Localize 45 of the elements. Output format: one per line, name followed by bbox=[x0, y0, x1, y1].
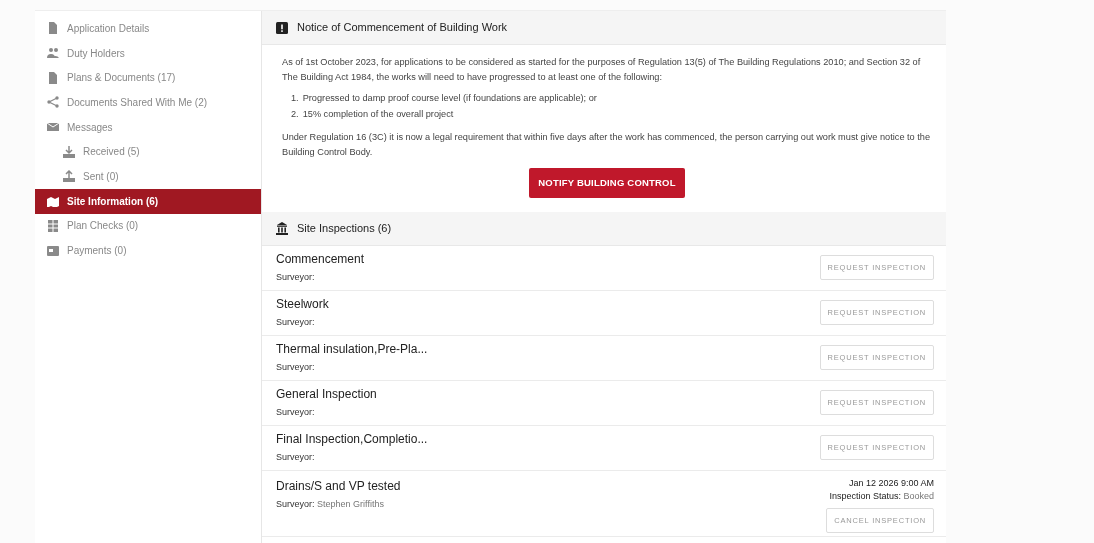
grid-icon bbox=[47, 219, 59, 232]
file-icon bbox=[47, 22, 59, 35]
section-title: Notice of Commencement of Building Work bbox=[297, 20, 508, 36]
sidebar-item[interactable]: Documents Shared With Me (2) bbox=[35, 90, 261, 115]
surveyor-label: Surveyor: bbox=[276, 406, 316, 420]
surveyor-label: Surveyor: bbox=[276, 361, 316, 375]
sidebar-item[interactable]: Received (5) bbox=[35, 139, 261, 165]
inspection-title: Commencement bbox=[276, 251, 365, 269]
building-icon bbox=[276, 221, 288, 235]
inspection-status: Inspection Status: Booked bbox=[829, 490, 934, 504]
surveyor-label: Surveyor: bbox=[276, 271, 316, 285]
notice-paragraph: Under Regulation 16 (3C) it is now a legal requirement that within five days after the work has commenced, the person carrying out work must give notice to the Building Control Body. bbox=[282, 130, 932, 159]
sidebar-item[interactable]: Site Information (6) bbox=[35, 188, 261, 214]
list-item-text: Progressed to damp proof course level (if foundations are applicable); or bbox=[302, 92, 597, 106]
list-number: 2. bbox=[291, 107, 299, 121]
inspection-title: Final Inspection,Completio... bbox=[276, 431, 428, 449]
mail-icon bbox=[47, 121, 59, 134]
upload-icon bbox=[63, 170, 75, 183]
list-item-text: 15% completion of the overall project bbox=[302, 107, 454, 121]
notice-paragraph: As of 1st October 2023, for applications to be considered as started for the purposes of Regulation 13(5) of The Building Regulations 2010; and Section 32 of The Building Act 1984, the works will need to have progressed to at least one of the following: bbox=[282, 56, 922, 85]
inspection-title: Steelwork bbox=[276, 296, 329, 314]
share-icon bbox=[47, 96, 59, 109]
card-icon bbox=[47, 244, 59, 257]
sidebar-item[interactable]: Plan Checks (0) bbox=[35, 213, 261, 239]
inspection-title: Thermal insulation,Pre-Pla... bbox=[276, 341, 428, 359]
surveyor-label: Surveyor: bbox=[276, 451, 316, 465]
alert-icon bbox=[276, 21, 288, 34]
sidebar-item[interactable]: Payments (0) bbox=[35, 238, 261, 263]
sidebar-item[interactable]: Sent (0) bbox=[35, 164, 261, 189]
inspection-title: Drains/S and VP tested bbox=[276, 477, 401, 495]
sidebar-item[interactable]: Plans & Documents (17) bbox=[35, 65, 261, 91]
sidebar-item[interactable]: Messages bbox=[35, 114, 261, 140]
download-icon bbox=[63, 145, 75, 158]
map-icon bbox=[47, 195, 59, 208]
surveyor-label: Surveyor: bbox=[276, 316, 316, 330]
section-title: Site Inspections (6) bbox=[297, 220, 392, 236]
list-number: 1. bbox=[291, 92, 299, 106]
surveyor-label: Surveyor: Stephen Griffiths bbox=[276, 497, 385, 511]
inspection-title: General Inspection bbox=[276, 386, 377, 404]
people-icon bbox=[47, 47, 59, 60]
file-icon bbox=[47, 71, 59, 84]
notify-button[interactable]: NOTIFY BUILDING CONTROL bbox=[529, 168, 685, 198]
sidebar-item[interactable]: Application Details bbox=[35, 16, 261, 41]
inspection-date: Jan 12 2026 9:00 AM bbox=[848, 476, 934, 490]
sidebar-item[interactable]: Duty Holders bbox=[35, 40, 261, 66]
